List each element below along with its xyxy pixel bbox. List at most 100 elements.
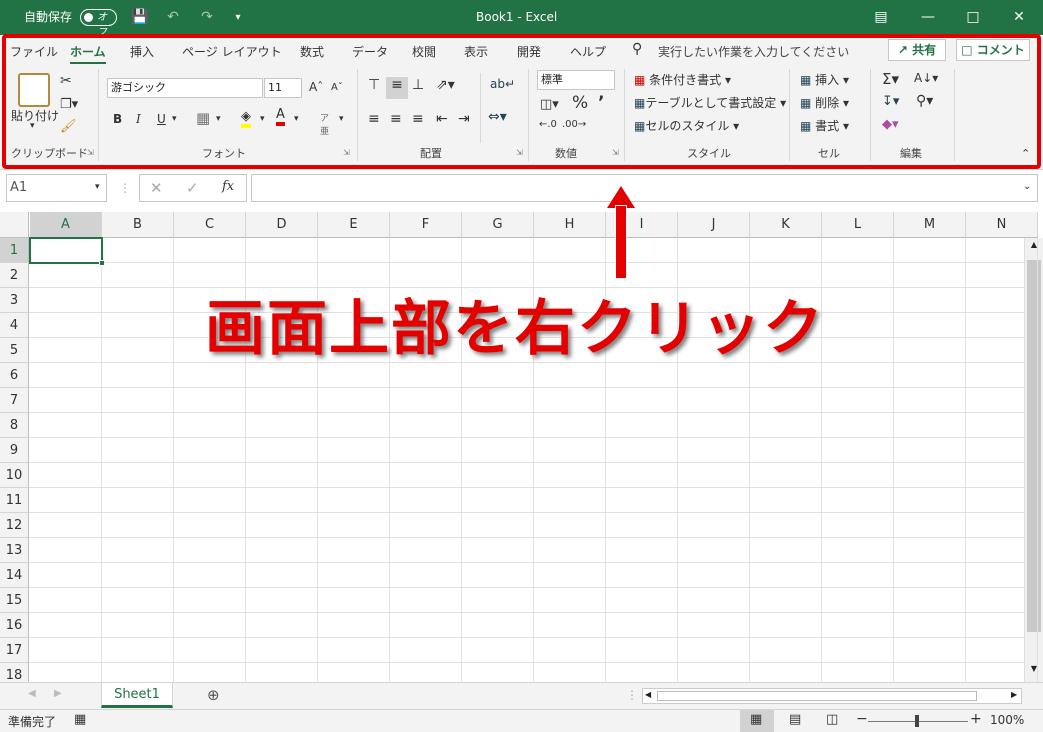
annotation-arrow-shaft [615,205,627,279]
zoom-out-icon[interactable]: − [856,711,868,727]
column-header-g[interactable]: G [462,212,534,238]
close-icon[interactable]: ✕ [1008,0,1030,35]
customize-qat-icon[interactable]: ▾ [230,0,246,35]
select-all-button[interactable] [0,212,29,238]
row-gridline [29,537,1024,538]
formula-bar-grip-icon: ⋮ [119,181,131,195]
column-gridline [1037,238,1038,682]
column-gridline [965,238,966,682]
column-header-d[interactable]: D [246,212,318,238]
maximize-icon[interactable]: □ [962,0,984,35]
scroll-left-icon[interactable]: ◀ [645,690,651,699]
row-header-4[interactable]: 4 [0,313,29,338]
name-box[interactable]: A1 [6,174,107,202]
row-header-18[interactable]: 18 [0,663,29,682]
row-header-14[interactable]: 14 [0,563,29,588]
annotation-text: 画面上部を右クリック [204,293,825,365]
name-box-dropdown-icon[interactable]: ▾ [95,182,100,192]
row-header-6[interactable]: 6 [0,363,29,388]
row-header-12[interactable]: 12 [0,513,29,538]
status-bar: 準備完了 ▦ ▦ ▤ ◫ − + 100% [0,709,1043,732]
row-header-8[interactable]: 8 [0,413,29,438]
ribbon-highlight-frame [2,34,1041,169]
zoom-in-icon[interactable]: + [970,711,982,727]
autosave-toggle[interactable]: オフ [80,9,117,38]
row-gridline [29,412,1024,413]
row-header-7[interactable]: 7 [0,388,29,413]
row-header-11[interactable]: 11 [0,488,29,513]
next-sheet-icon[interactable]: ▶ [54,688,62,699]
document-title: Book1 - Excel [476,10,558,24]
row-gridline [29,462,1024,463]
row-gridline [29,512,1024,513]
column-header-k[interactable]: K [750,212,822,238]
sheet-tab-bar: ◀ ▶ Sheet1 ⊕ ⋮ ◀ ▶ [0,682,1043,709]
title-bar: 自動保存 オフ 💾 ↶ ↷ ▾ Book1 - Excel ▤ — □ ✕ [0,0,1043,38]
page-layout-view-icon[interactable]: ▤ [789,712,801,727]
undo-icon[interactable]: ↶ [160,0,186,35]
page-break-view-icon[interactable]: ◫ [826,712,838,727]
column-header-m[interactable]: M [894,212,966,238]
vertical-scrollbar[interactable]: ▲ ▼ [1024,238,1043,682]
cancel-entry-icon[interactable]: ✕ [150,179,163,197]
zoom-slider-thumb[interactable] [915,715,919,727]
column-header-e[interactable]: E [318,212,390,238]
row-header-10[interactable]: 10 [0,463,29,488]
horizontal-scroll-thumb[interactable] [657,691,977,701]
row-gridline [29,562,1024,563]
formula-input[interactable] [251,174,1038,202]
row-gridline [29,487,1024,488]
row-header-9[interactable]: 9 [0,438,29,463]
row-gridline [29,662,1024,663]
prev-sheet-icon[interactable]: ◀ [28,688,36,699]
normal-view-icon[interactable]: ▦ [750,712,762,727]
column-gridline [173,238,174,682]
column-header-l[interactable]: L [822,212,894,238]
minimize-icon[interactable]: — [917,0,939,35]
column-header-j[interactable]: J [678,212,750,238]
zoom-level[interactable]: 100% [990,713,1024,727]
fill-handle[interactable] [99,260,105,266]
ribbon-display-options-icon[interactable]: ▤ [870,0,892,35]
row-header-15[interactable]: 15 [0,588,29,613]
vertical-scroll-thumb[interactable] [1027,260,1041,632]
save-icon[interactable]: 💾 [130,0,150,35]
autosave-label: 自動保存 [24,10,73,24]
column-header-n[interactable]: N [966,212,1038,238]
formula-bar: A1 ▾ ⋮ ✕ ✓ fx ⌄ [0,170,1043,212]
confirm-entry-icon[interactable]: ✓ [186,179,199,197]
row-gridline [29,262,1024,263]
expand-formula-bar-icon[interactable]: ⌄ [1023,181,1031,192]
column-header-b[interactable]: B [102,212,174,238]
column-gridline [893,238,894,682]
column-gridline [101,238,102,682]
row-header-3[interactable]: 3 [0,288,29,313]
row-gridline [29,587,1024,588]
insert-function-icon[interactable]: fx [222,179,234,194]
row-header-16[interactable]: 16 [0,613,29,638]
scroll-up-icon[interactable]: ▲ [1027,240,1041,256]
row-gridline [29,637,1024,638]
row-gridline [29,437,1024,438]
horizontal-scrollbar[interactable]: ◀ ▶ [642,688,1022,704]
column-header-c[interactable]: C [174,212,246,238]
row-header-5[interactable]: 5 [0,338,29,363]
sheet-tab-sheet1[interactable]: Sheet1 [101,683,173,708]
macro-recording-icon[interactable]: ▦ [74,712,86,727]
row-header-1[interactable]: 1 [0,238,29,263]
column-header-h[interactable]: H [534,212,606,238]
status-ready: 準備完了 [8,715,57,729]
row-gridline [29,387,1024,388]
row-header-17[interactable]: 17 [0,638,29,663]
scroll-down-icon[interactable]: ▼ [1027,664,1041,680]
scroll-right-icon[interactable]: ▶ [1011,690,1017,699]
new-sheet-icon[interactable]: ⊕ [207,686,220,704]
active-cell-a1[interactable] [29,237,103,264]
column-header-a[interactable]: A [30,212,102,238]
row-header-13[interactable]: 13 [0,538,29,563]
redo-icon[interactable]: ↷ [194,0,220,35]
row-gridline [29,612,1024,613]
column-header-f[interactable]: F [390,212,462,238]
tab-split-icon[interactable]: ⋮ [626,688,638,702]
row-header-2[interactable]: 2 [0,263,29,288]
